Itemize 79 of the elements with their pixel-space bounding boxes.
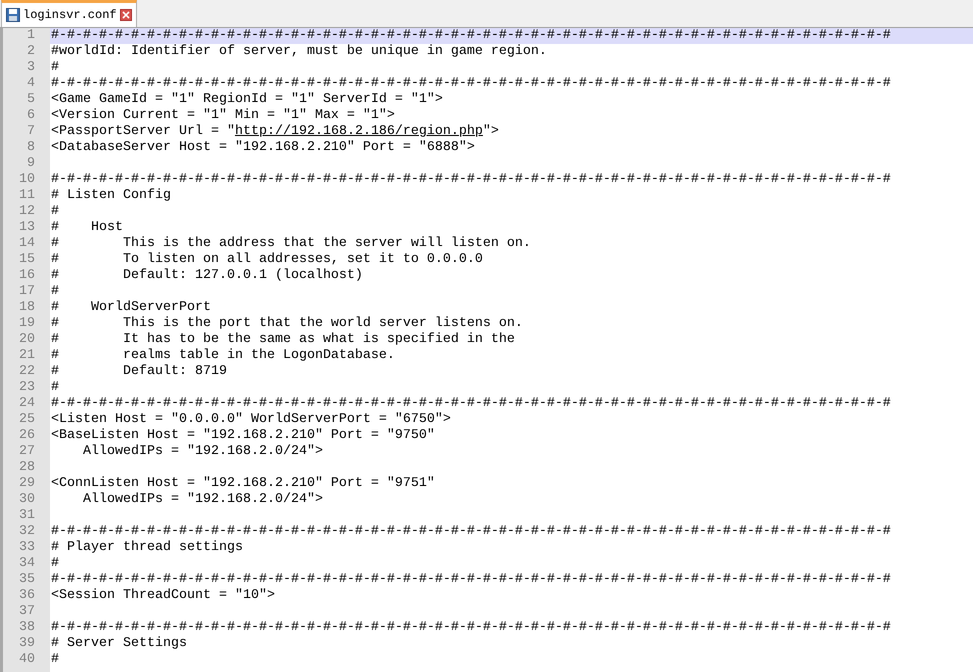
line-number: 24 [19,396,35,411]
line-number: 35 [19,572,35,587]
code-line: #-#-#-#-#-#-#-#-#-#-#-#-#-#-#-#-#-#-#-#-#-#-#-#-#-#-#-#-#-#-#-#-#-#-#-#-#-#-#-#-#-#-#-#-#-#-#-#-#-#-#-#-# [51,172,891,187]
code-line: #-#-#-#-#-#-#-#-#-#-#-#-#-#-#-#-#-#-#-#-#-#-#-#-#-#-#-#-#-#-#-#-#-#-#-#-#-#-#-#-#-#-#-#-#-#-#-#-#-#-#-#-# [51,620,891,635]
code-line: # [51,380,59,395]
line-number: 39 [19,636,35,651]
code-line: <DatabaseServer Host = "192.168.2.210" Port = "6888"> [51,140,475,155]
code-line: #worldId: Identifier of server, must be unique in game region. [51,44,547,59]
code-line: # This is the port that the world server listens on. [51,316,523,331]
code-line: # This is the address that the server will listen on. [51,236,531,251]
line-number: 25 [19,412,35,427]
line-number: 32 [19,524,35,539]
line-number: 1 [27,28,35,43]
line-number: 33 [19,540,35,555]
line-number: 29 [19,476,35,491]
line-number: 23 [19,380,35,395]
line-number: 21 [19,348,35,363]
code-line: #-#-#-#-#-#-#-#-#-#-#-#-#-#-#-#-#-#-#-#-#-#-#-#-#-#-#-#-#-#-#-#-#-#-#-#-#-#-#-#-#-#-#-#-#-#-#-#-#-#-#-#-# [51,524,891,539]
url-link[interactable]: http://192.168.2.186/region.php [234,124,483,139]
code-line: # Listen Config [51,188,171,203]
code-line: # [51,284,59,299]
code-line: #-#-#-#-#-#-#-#-#-#-#-#-#-#-#-#-#-#-#-#-#-#-#-#-#-#-#-#-#-#-#-#-#-#-#-#-#-#-#-#-#-#-#-#-#-#-#-#-#-#-#-#-# [51,396,891,411]
line-number: 22 [19,364,35,379]
code-line: # To listen on all addresses, set it to 0.0.0.0 [51,252,483,267]
code-line: #-#-#-#-#-#-#-#-#-#-#-#-#-#-#-#-#-#-#-#-#-#-#-#-#-#-#-#-#-#-#-#-#-#-#-#-#-#-#-#-#-#-#-#-#-#-#-#-#-#-#-#-# [51,76,891,91]
line-number: 28 [19,460,35,475]
code-line: # It has to be the same as what is specified in the [51,332,515,347]
close-icon[interactable] [120,9,132,21]
code-line: #-#-#-#-#-#-#-#-#-#-#-#-#-#-#-#-#-#-#-#-#-#-#-#-#-#-#-#-#-#-#-#-#-#-#-#-#-#-#-#-#-#-#-#-#-#-#-#-#-#-#-#-# [51,28,891,43]
code-line: #-#-#-#-#-#-#-#-#-#-#-#-#-#-#-#-#-#-#-#-#-#-#-#-#-#-#-#-#-#-#-#-#-#-#-#-#-#-#-#-#-#-#-#-#-#-#-#-#-#-#-#-# [51,572,891,587]
code-line: <PassportServer Url = "http://192.168.2.186/region.php"> [51,124,499,139]
line-number: 38 [19,620,35,635]
code-line: # [51,204,59,219]
line-number: 11 [19,188,35,203]
code-line: AllowedIPs = "192.168.2.0/24"> [82,492,323,507]
code-line: <BaseListen Host = "192.168.2.210" Port = "9750" [51,428,435,443]
code-line: # [51,60,59,75]
line-number: 12 [19,204,35,219]
line-number: 19 [19,316,35,331]
code-line: # Player thread settings [51,540,243,555]
line-number: 3 [27,60,35,75]
line-number: 4 [27,76,35,91]
line-number: 31 [19,508,35,523]
line-number: 2 [27,44,35,59]
line-number: 6 [27,108,35,123]
line-number: 20 [19,332,35,347]
code-line: <Session ThreadCount = "10"> [51,588,275,603]
line-number: 36 [19,588,35,603]
code-line: # Default: 127.0.0.1 (localhost) [51,268,363,283]
code-line: <ConnListen Host = "192.168.2.210" Port = "9751" [51,476,435,491]
line-number: 18 [19,300,35,315]
line-number: 13 [19,220,35,235]
line-number: 40 [19,652,35,667]
line-number: 15 [19,252,35,267]
code-line: # [51,652,59,667]
line-number: 14 [19,236,35,251]
code-line: # [51,556,59,571]
line-number: 8 [27,140,35,155]
line-number: 17 [19,284,35,299]
code-line: # realms table in the LogonDatabase. [51,348,395,363]
code-line: <Game GameId = "1" RegionId = "1" ServerId = "1"> [51,92,443,107]
code-line: # WorldServerPort [51,300,211,315]
line-number: 37 [19,604,35,619]
code-line: # Host [51,220,123,235]
code-line: # Default: 8719 [51,364,227,379]
code-line: <Listen Host = "0.0.0.0" WorldServerPort = "6750"> [51,412,451,427]
code-line: AllowedIPs = "192.168.2.0/24"> [82,444,323,459]
code-line: # Server Settings [51,636,187,651]
line-number: 10 [19,172,35,187]
file-tab[interactable]: loginsvr.conf [1,0,137,27]
line-number: 5 [27,92,35,107]
line-number: 26 [19,428,35,443]
line-number: 27 [19,444,35,459]
line-number: 16 [19,268,35,283]
line-number: 9 [27,156,35,171]
line-number: 7 [27,124,35,139]
line-number: 34 [19,556,35,571]
line-number: 30 [19,492,35,507]
code-line: <Version Current = "1" Min = "1" Max = "1"> [51,108,395,123]
